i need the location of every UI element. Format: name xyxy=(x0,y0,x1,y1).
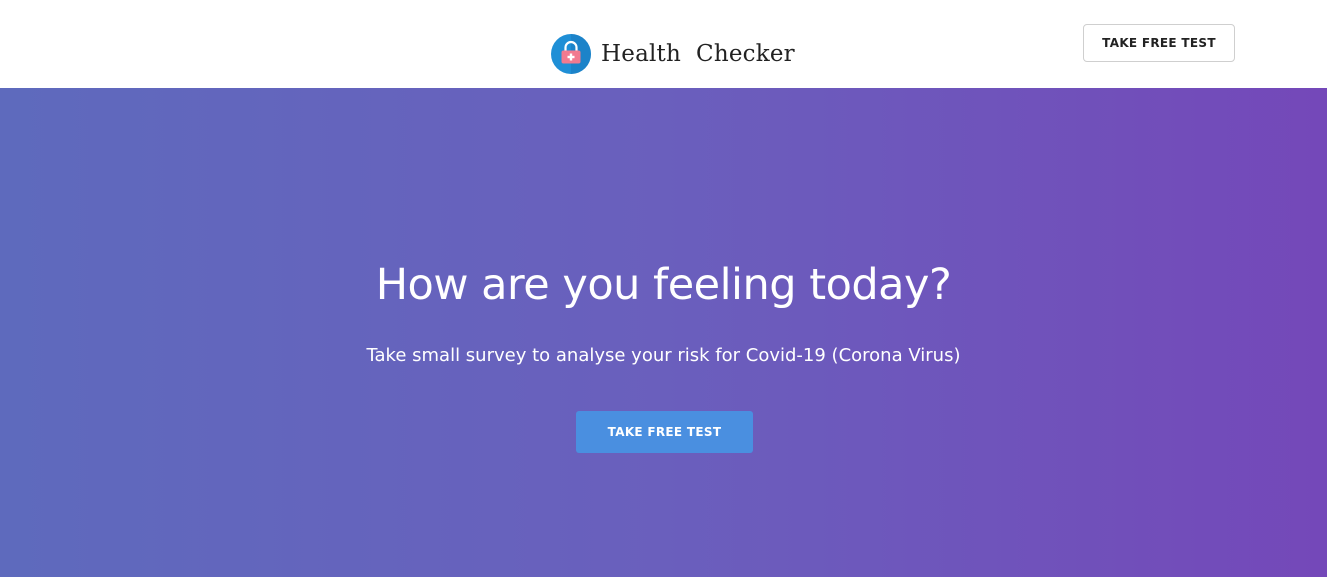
brand[interactable]: Health Checker xyxy=(551,34,795,74)
top-navigation-bar: Health Checker TAKE FREE TEST xyxy=(0,0,1327,88)
hero-title: How are you feeling today? xyxy=(375,260,952,310)
header-take-free-test-button[interactable]: TAKE FREE TEST xyxy=(1083,24,1235,62)
hero-take-free-test-button[interactable]: TAKE FREE TEST xyxy=(576,411,753,453)
hero-section: How are you feeling today? Take small su… xyxy=(0,88,1327,577)
medical-lock-icon xyxy=(551,34,591,74)
brand-name: Health Checker xyxy=(601,41,795,67)
hero-subtitle: Take small survey to analyse your risk f… xyxy=(366,345,961,366)
